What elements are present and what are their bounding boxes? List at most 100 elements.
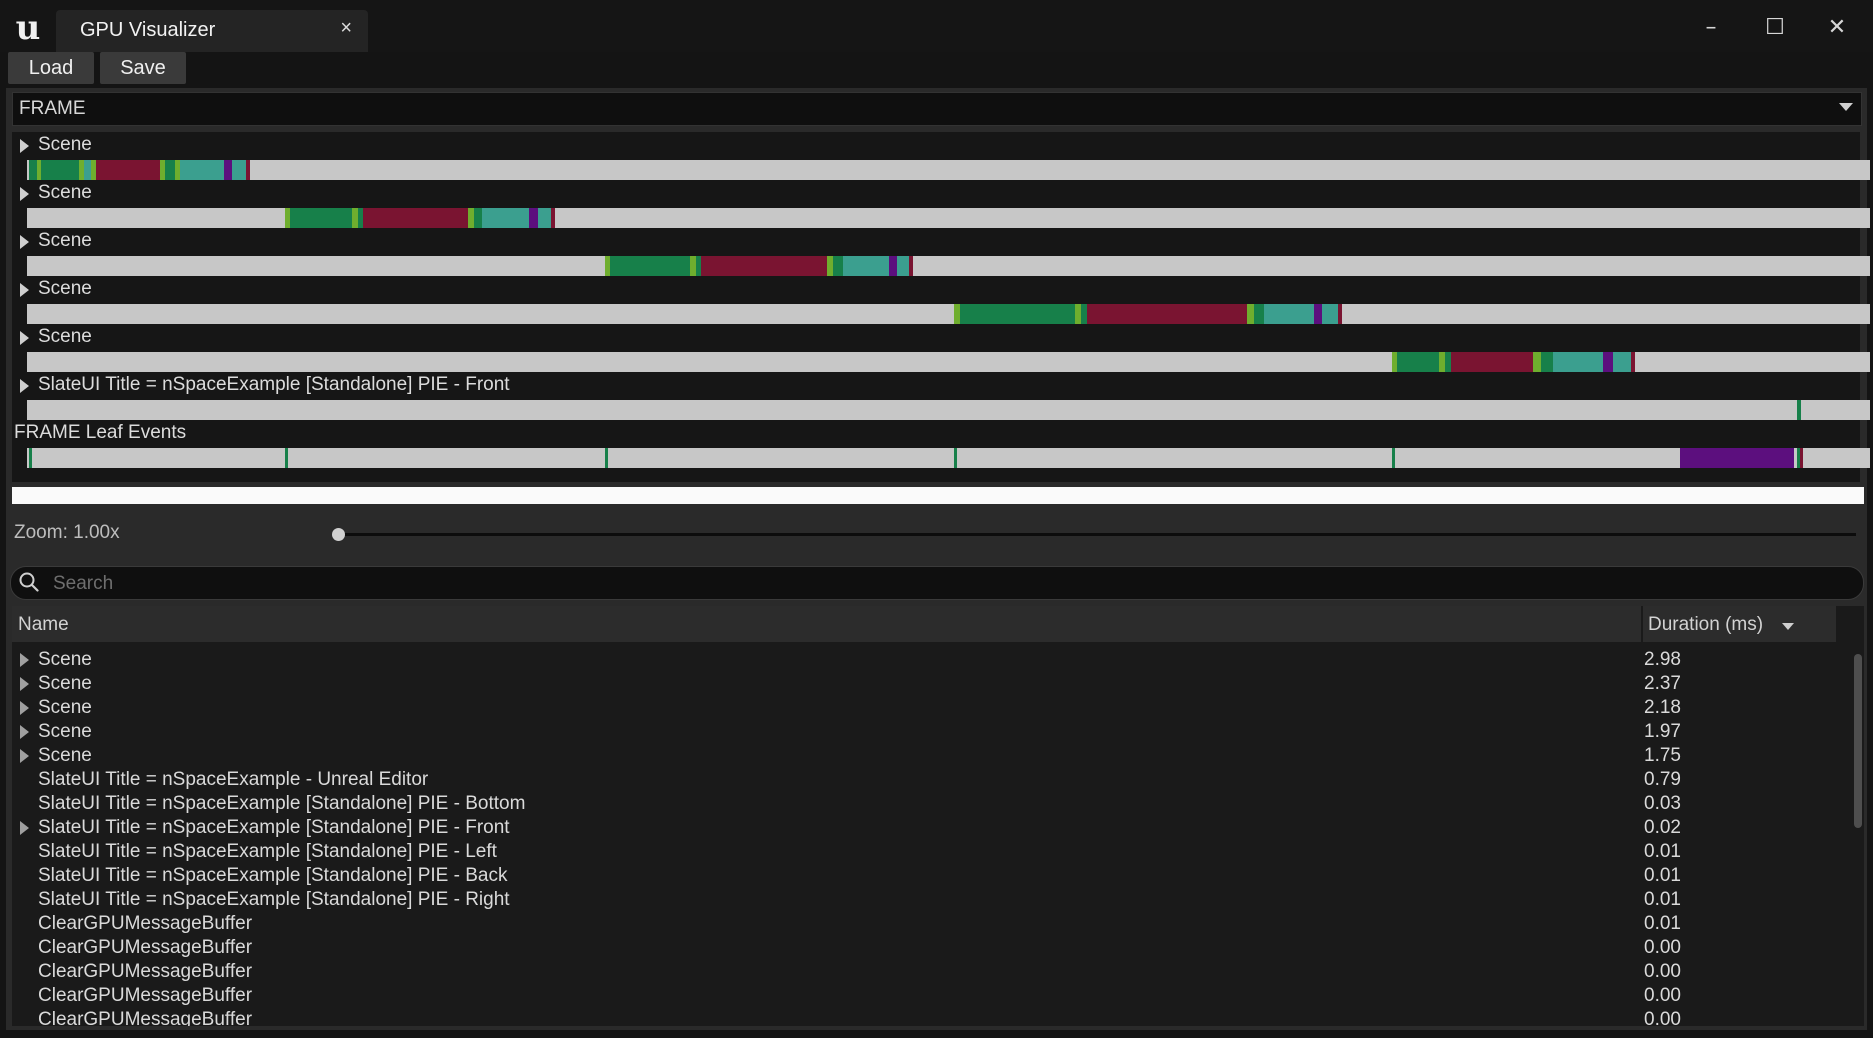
expand-arrow-icon[interactable]: [20, 187, 29, 201]
event-segment[interactable]: [889, 256, 897, 276]
event-segment[interactable]: [1322, 304, 1338, 324]
table-row[interactable]: ClearGPUMessageBuffer 0.00: [12, 984, 1832, 1008]
zoom-slider[interactable]: [336, 533, 1856, 536]
column-header-duration[interactable]: Duration (ms): [1648, 614, 1763, 636]
table-row[interactable]: Scene 2.18: [12, 696, 1832, 720]
maximize-button[interactable]: ☐: [1752, 8, 1798, 48]
event-segment[interactable]: [1247, 304, 1254, 324]
event-segment[interactable]: [605, 448, 608, 468]
close-window-button[interactable]: ✕: [1814, 8, 1860, 48]
event-segment[interactable]: [29, 160, 37, 180]
event-segment[interactable]: [954, 448, 957, 468]
event-segment[interactable]: [1613, 352, 1631, 372]
column-divider[interactable]: [1641, 606, 1643, 642]
event-segment[interactable]: [833, 256, 843, 276]
table-row[interactable]: ClearGPUMessageBuffer 0.00: [12, 960, 1832, 984]
event-segment[interactable]: [843, 256, 889, 276]
event-segment[interactable]: [1553, 352, 1603, 372]
save-button[interactable]: Save: [100, 52, 186, 84]
table-row[interactable]: SlateUI Title = nSpaceExample [Standalon…: [12, 840, 1832, 864]
event-segment[interactable]: [29, 448, 32, 468]
expand-arrow-icon[interactable]: [20, 139, 29, 153]
timeline-bar[interactable]: [27, 256, 1870, 276]
table-row[interactable]: SlateUI Title = nSpaceExample [Standalon…: [12, 816, 1832, 840]
sort-descending-icon[interactable]: [1782, 623, 1794, 630]
event-segment[interactable]: [224, 160, 232, 180]
table-row[interactable]: ClearGPUMessageBuffer 0.01: [12, 912, 1832, 936]
event-segment[interactable]: [1533, 352, 1541, 372]
event-segment[interactable]: [610, 256, 690, 276]
event-segment[interactable]: [1800, 448, 1803, 468]
search-box[interactable]: [10, 566, 1864, 600]
minimize-button[interactable]: –: [1688, 8, 1734, 48]
column-header-name[interactable]: Name: [18, 614, 69, 636]
tab-close-icon[interactable]: ×: [340, 17, 352, 40]
timeline-bar[interactable]: [27, 352, 1870, 372]
expand-arrow-icon[interactable]: [20, 235, 29, 249]
expand-arrow-icon[interactable]: [20, 677, 29, 691]
table-row[interactable]: ClearGPUMessageBuffer 0.00: [12, 936, 1832, 960]
table-row[interactable]: SlateUI Title = nSpaceExample - Unreal E…: [12, 768, 1832, 792]
event-segment[interactable]: [474, 208, 482, 228]
scrollbar-thumb[interactable]: [1854, 654, 1862, 828]
event-segment[interactable]: [1338, 304, 1342, 324]
table-row[interactable]: SlateUI Title = nSpaceExample [Standalon…: [12, 792, 1832, 816]
expand-arrow-icon[interactable]: [20, 331, 29, 345]
table-row[interactable]: Scene 1.97: [12, 720, 1832, 744]
event-segment[interactable]: [1087, 304, 1247, 324]
event-segment[interactable]: [1397, 352, 1439, 372]
event-segment[interactable]: [165, 160, 175, 180]
expand-arrow-icon[interactable]: [20, 701, 29, 715]
event-segment[interactable]: [1680, 448, 1794, 468]
table-row[interactable]: SlateUI Title = nSpaceExample [Standalon…: [12, 864, 1832, 888]
event-segment[interactable]: [363, 208, 468, 228]
frame-selector-dropdown[interactable]: FRAME: [12, 92, 1862, 126]
event-segment[interactable]: [1264, 304, 1314, 324]
event-segment[interactable]: [538, 208, 551, 228]
table-row[interactable]: Scene 1.75: [12, 744, 1832, 768]
event-segment[interactable]: [1254, 304, 1264, 324]
leaf-events-bar[interactable]: [27, 448, 1870, 468]
table-row[interactable]: Scene 2.37: [12, 672, 1832, 696]
event-segment[interactable]: [1797, 400, 1801, 420]
expand-arrow-icon[interactable]: [20, 653, 29, 667]
expand-arrow-icon[interactable]: [20, 283, 29, 297]
event-segment[interactable]: [290, 208, 352, 228]
event-segment[interactable]: [96, 160, 160, 180]
expand-arrow-icon[interactable]: [20, 749, 29, 763]
load-button[interactable]: Load: [8, 52, 94, 84]
event-segment[interactable]: [551, 208, 555, 228]
event-segment[interactable]: [1603, 352, 1613, 372]
event-segment[interactable]: [529, 208, 538, 228]
table-row[interactable]: ClearGPUMessageBuffer 0.00: [12, 1008, 1832, 1026]
event-segment[interactable]: [1451, 352, 1533, 372]
event-segment[interactable]: [232, 160, 246, 180]
expand-arrow-icon[interactable]: [20, 379, 29, 393]
timeline-bar[interactable]: [27, 304, 1870, 324]
event-segment[interactable]: [897, 256, 909, 276]
event-segment[interactable]: [1631, 352, 1635, 372]
timeline-bar[interactable]: [27, 208, 1870, 228]
timeline-view[interactable]: Scene Scene Scene Scene Scene SlateUI Ti…: [12, 132, 1870, 482]
event-segment[interactable]: [285, 448, 288, 468]
timeline-bar[interactable]: [27, 160, 1870, 180]
expand-arrow-icon[interactable]: [20, 821, 29, 835]
event-segment[interactable]: [1314, 304, 1322, 324]
event-segment[interactable]: [701, 256, 827, 276]
event-segment[interactable]: [1541, 352, 1553, 372]
event-segment[interactable]: [1392, 448, 1395, 468]
table-row[interactable]: Scene 2.98: [12, 648, 1832, 672]
event-segment[interactable]: [482, 208, 529, 228]
tab-gpu-visualizer[interactable]: GPU Visualizer ×: [56, 10, 368, 52]
expand-arrow-icon[interactable]: [20, 725, 29, 739]
timeline-bar[interactable]: [27, 400, 1870, 420]
vertical-scrollbar[interactable]: [1854, 652, 1864, 1026]
event-segment[interactable]: [180, 160, 224, 180]
table-row[interactable]: SlateUI Title = nSpaceExample [Standalon…: [12, 888, 1832, 912]
search-input[interactable]: [51, 570, 1835, 598]
zoom-slider-handle[interactable]: [332, 528, 345, 541]
event-segment[interactable]: [960, 304, 1075, 324]
event-segment[interactable]: [246, 160, 250, 180]
event-segment[interactable]: [41, 160, 79, 180]
event-segment[interactable]: [909, 256, 913, 276]
